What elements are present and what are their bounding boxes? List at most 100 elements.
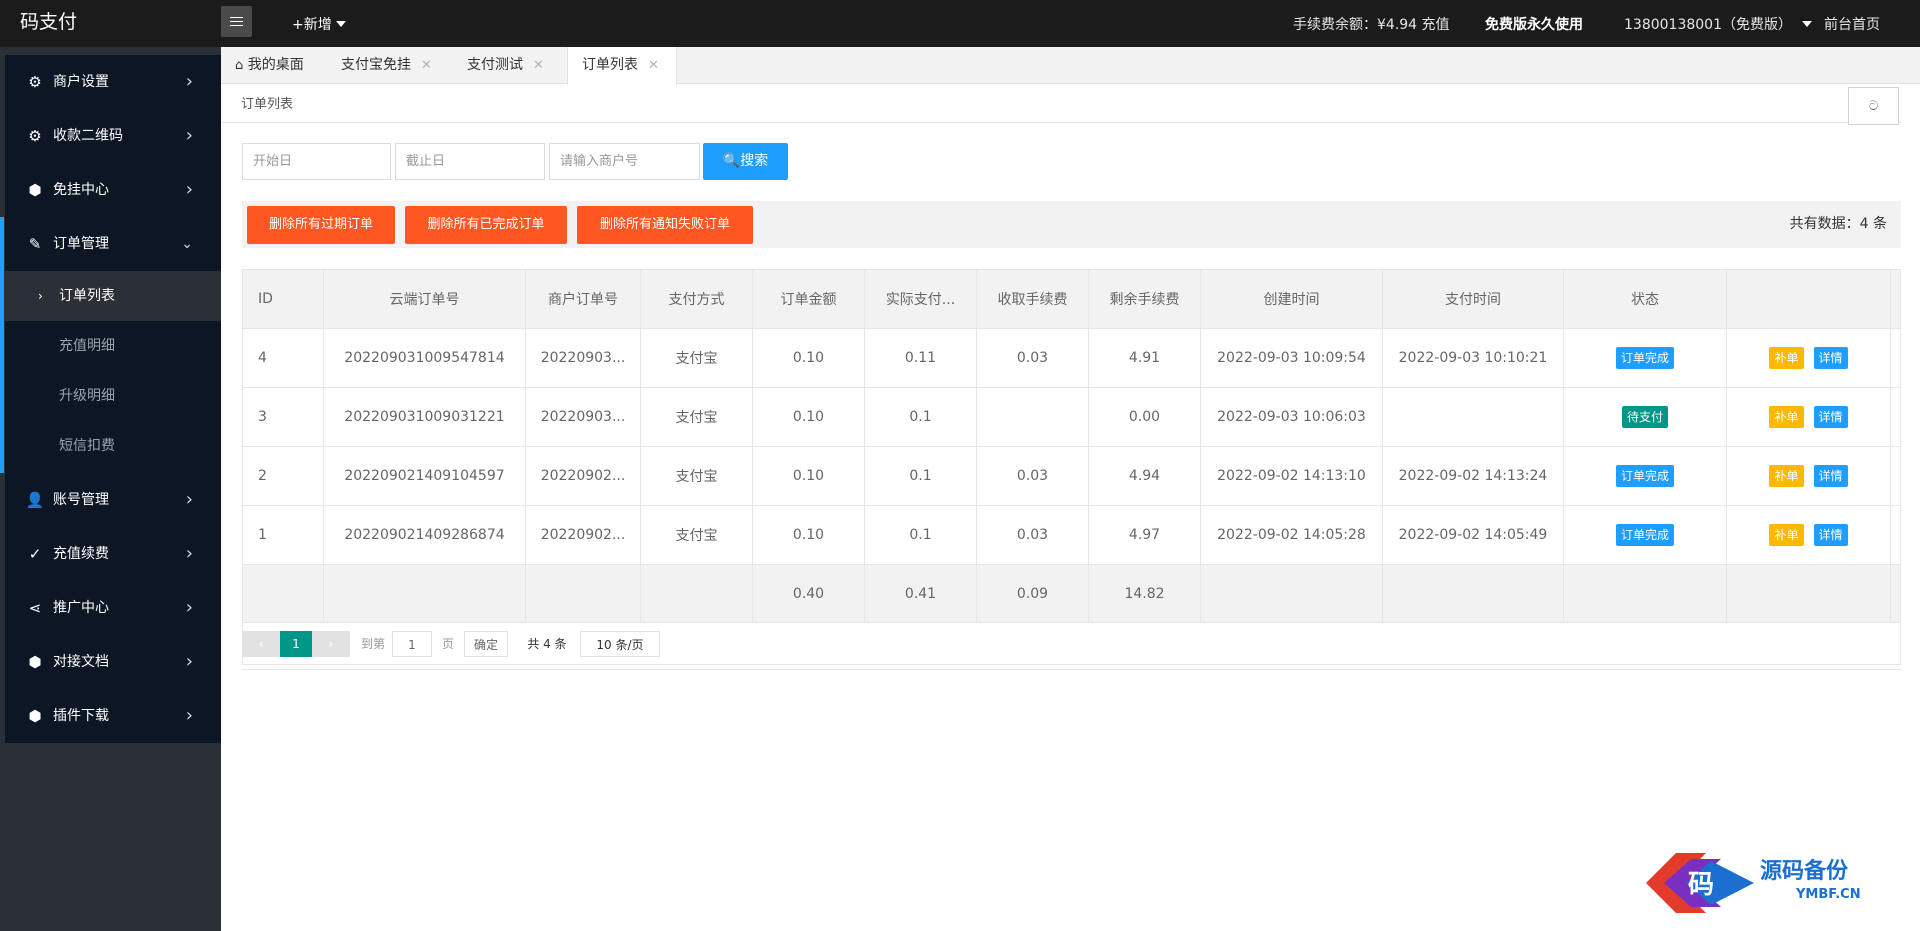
subnav-sms-deduction[interactable]: 短信扣费 — [5, 421, 221, 471]
cube-icon: ⬢ — [28, 653, 42, 671]
close-icon[interactable]: ✕ — [648, 58, 659, 73]
top-bar: 码支付 +新增 手续费余额：¥4.94 充值 免费版永久使用 138001380… — [0, 0, 1920, 47]
page-input[interactable]: 1 — [392, 631, 432, 657]
supplement-order-button[interactable]: 补单 — [1769, 406, 1804, 428]
nav-label: 对接文档 — [53, 654, 109, 670]
balance-recharge-link[interactable]: 手续费余额：¥4.94 充值 — [1293, 0, 1450, 50]
detail-button[interactable]: 详情 — [1813, 524, 1848, 546]
column-header: 收取手续费 — [977, 270, 1089, 328]
delete-completed-button[interactable]: 删除所有已完成订单 — [405, 206, 567, 244]
supplement-order-button[interactable]: 补单 — [1769, 347, 1804, 369]
nav-free-hosting[interactable]: ⬢ 免挂中心 › — [5, 163, 221, 217]
breadcrumb: 订单列表 — [241, 97, 294, 112]
cell-remaining: 4.97 — [1089, 506, 1201, 564]
nav-recharge-renewal[interactable]: ✓ 充值续费 › — [5, 527, 221, 581]
cell-id: 4 — [243, 329, 324, 387]
supplement-order-button[interactable]: 补单 — [1769, 465, 1804, 487]
column-header: 创建时间 — [1201, 270, 1383, 328]
app-logo[interactable]: 码支付 — [0, 0, 221, 47]
cell-created: 2022-09-02 14:05:28 — [1201, 506, 1383, 564]
cube-icon: ⬢ — [28, 181, 42, 199]
nav-qrcode[interactable]: ⚙ 收款二维码 › — [5, 109, 221, 163]
merchant-no-input[interactable]: 请输入商户号 — [549, 143, 700, 180]
nav-label: 账号管理 — [53, 492, 109, 508]
table-row: 2 202209021409104597 20220902... 支付宝 0.10 0.1… — [243, 447, 1900, 506]
page-1-button[interactable]: 1 — [280, 631, 312, 657]
cell-paid-at: 2022-09-02 14:05:49 — [1383, 506, 1564, 564]
detail-button[interactable]: 详情 — [1813, 465, 1848, 487]
cell-fee: 0.03 — [977, 447, 1089, 505]
cell-status: 订单完成 — [1564, 329, 1727, 387]
page-size-select[interactable]: 10 条/页 — [580, 631, 660, 657]
tab-order-list[interactable]: 订单列表 ✕ — [567, 47, 677, 85]
cell-merchant-no: 20220902... — [526, 447, 641, 505]
detail-button[interactable]: 详情 — [1813, 406, 1848, 428]
total-paid: 0.41 — [865, 565, 977, 622]
delete-expired-button[interactable]: 删除所有过期订单 — [247, 206, 395, 244]
tab-alipay-free[interactable]: 支付宝免挂 ✕ — [327, 47, 447, 84]
search-button[interactable]: 🔍搜索 — [703, 143, 788, 180]
status-badge: 订单完成 — [1615, 465, 1674, 487]
total-amount: 0.40 — [753, 565, 865, 622]
prev-page-button[interactable]: ‹ — [242, 631, 280, 657]
nav-plugin-download[interactable]: ⬢ 插件下载 › — [5, 689, 221, 743]
column-header: 剩余手续费 — [1089, 270, 1201, 328]
cell-paid: 0.1 — [865, 388, 977, 446]
supplement-order-button[interactable]: 补单 — [1769, 524, 1804, 546]
total-empty — [324, 565, 526, 622]
total-empty — [641, 565, 753, 622]
add-new-menu[interactable]: +新增 — [292, 0, 346, 50]
next-page-button[interactable]: › — [312, 631, 350, 657]
menu-toggle-button[interactable] — [221, 6, 252, 37]
cell-remaining: 0.00 — [1089, 388, 1201, 446]
cell-method: 支付宝 — [641, 388, 753, 446]
cell-merchant-no: 20220903... — [526, 329, 641, 387]
active-section-indicator — [0, 217, 4, 473]
tab-my-desktop[interactable]: ⌂ 我的桌面 — [221, 47, 323, 84]
subnav-upgrade-details[interactable]: 升级明细 — [5, 371, 221, 421]
nav-promotion-center[interactable]: ⋖ 推广中心 › — [5, 581, 221, 635]
subnav-recharge-details[interactable]: 充值明细 — [5, 321, 221, 371]
column-header: 支付时间 — [1383, 270, 1564, 328]
total-records: 共 4 条 — [527, 637, 567, 651]
goto-confirm-button[interactable]: 确定 — [464, 631, 508, 657]
nav-account-management[interactable]: 👤 账号管理 › — [5, 473, 221, 527]
end-date-input[interactable]: 截止日 — [395, 143, 545, 180]
subnav-order-list[interactable]: › 订单列表 — [5, 271, 221, 321]
status-badge: 待支付 — [1621, 406, 1668, 428]
column-header: 商户订单号 — [526, 270, 641, 328]
close-icon[interactable]: ✕ — [533, 58, 544, 73]
chevron-right-icon: › — [185, 597, 193, 618]
total-empty — [1201, 565, 1383, 622]
account-menu[interactable]: 13800138001（免费版） — [1624, 0, 1812, 50]
nav-order-management[interactable]: ✎ 订单管理 ⌄ — [5, 217, 221, 271]
nav-merchant-settings[interactable]: ⚙ 商户设置 › — [5, 55, 221, 109]
column-header: 订单金额 — [753, 270, 865, 328]
refresh-button[interactable]: ට — [1848, 87, 1899, 125]
sidebar-nav: ⚙ 商户设置 › ⚙ 收款二维码 › ⬢ 免挂中心 › ✎ 订单管理 ⌄ › 订… — [5, 55, 221, 743]
share-icon: ⋖ — [28, 599, 42, 617]
tab-payment-test[interactable]: 支付测试 ✕ — [453, 47, 567, 84]
close-icon[interactable]: ✕ — [421, 58, 432, 73]
chevron-right-icon: › — [185, 543, 193, 564]
nav-api-docs[interactable]: ⬢ 对接文档 › — [5, 635, 221, 689]
chevron-right-icon: › — [185, 705, 193, 726]
start-date-input[interactable]: 开始日 — [242, 143, 391, 180]
total-empty — [1727, 565, 1891, 622]
tab-bar: ⌂ 我的桌面 支付宝免挂 ✕ 支付测试 ✕ 订单列表 ✕ — [221, 47, 1920, 85]
delete-failed-button[interactable]: 删除所有通知失败订单 — [577, 206, 753, 244]
cell-method: 支付宝 — [641, 329, 753, 387]
detail-button[interactable]: 详情 — [1813, 347, 1848, 369]
cell-remaining: 4.91 — [1089, 329, 1201, 387]
front-home-link[interactable]: 前台首页 — [1824, 0, 1880, 50]
cell-amount: 0.10 — [753, 329, 865, 387]
nav-label: 充值续费 — [53, 546, 109, 562]
chevron-right-icon: › — [185, 71, 193, 92]
search-icon: 🔍 — [722, 153, 741, 169]
column-header — [1727, 270, 1891, 328]
status-badge: 订单完成 — [1615, 524, 1674, 546]
cell-id: 2 — [243, 447, 324, 505]
home-icon: ⌂ — [235, 58, 244, 73]
plan-label: 免费版永久使用 — [1485, 17, 1583, 33]
refresh-icon: ට — [1868, 99, 1879, 114]
